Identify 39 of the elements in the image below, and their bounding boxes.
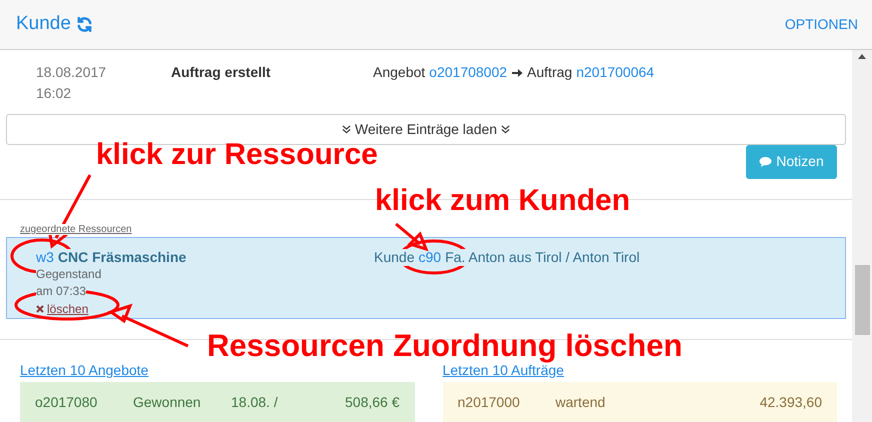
list-cell-text: n2017000 — [458, 392, 521, 412]
annotation-text: klick zum Kunden — [375, 183, 630, 219]
options-button[interactable]: OPTIONEN — [784, 14, 858, 35]
customer-name: Fa. Anton aus Tirol / Anton Tirol — [445, 248, 640, 266]
event-date: 18.08.2017 16:02 — [36, 63, 108, 103]
resource-link[interactable]: w3 — [36, 248, 54, 266]
scroll-up-arrow-icon[interactable] — [858, 54, 866, 59]
arrow-right-icon — [511, 66, 524, 78]
list-title-link[interactable]: Letzten 10 Angebote — [20, 360, 148, 382]
scrollbar[interactable] — [852, 50, 872, 422]
customer-link[interactable]: c90 — [418, 248, 442, 266]
resource-name: CNC Fräsmaschine — [58, 248, 186, 266]
resource-type: Gegenstand — [36, 266, 102, 283]
double-chevron-down-icon — [501, 124, 510, 134]
list-cell-text: 18.08. / — [231, 392, 279, 412]
section-heading[interactable]: zugeordnete Ressourcen — [20, 224, 132, 235]
order-link[interactable]: n201700064 — [576, 62, 654, 83]
list-cell-text: Gewonnen — [133, 392, 202, 412]
double-chevron-down-icon — [342, 124, 351, 134]
list-row[interactable]: o2017080 Gewonnen 18.08. / 508,66 € — [20, 382, 414, 422]
list-row[interactable]: n2017000 wartend 42.393,60 — [442, 382, 837, 422]
annotation-arrow — [395, 222, 429, 252]
speech-bubble-icon — [759, 156, 772, 168]
delete-link[interactable]: löschen — [36, 300, 88, 318]
refresh-icon[interactable] — [76, 16, 93, 33]
list-cell-text: o2017080 — [35, 392, 98, 412]
notes-button[interactable]: Notizen — [746, 144, 837, 179]
event-detail-label: Auftrag — [527, 63, 572, 82]
event-action: Auftrag erstellt — [171, 63, 272, 82]
annotation-text: Ressourcen Zuordnung löschen — [207, 328, 682, 364]
scrollbar-thumb[interactable] — [854, 265, 870, 335]
list-cell-text: 508,66 € — [345, 392, 400, 412]
page-title: Kunde — [16, 12, 71, 36]
event-detail-label: Angebot — [373, 63, 426, 82]
offer-link[interactable]: o201708002 — [429, 62, 508, 83]
customer-label: Kunde — [374, 248, 414, 266]
close-icon — [36, 305, 44, 314]
list-cell-text: 42.393,60 — [760, 392, 822, 412]
list-cell-text: wartend — [556, 392, 606, 412]
